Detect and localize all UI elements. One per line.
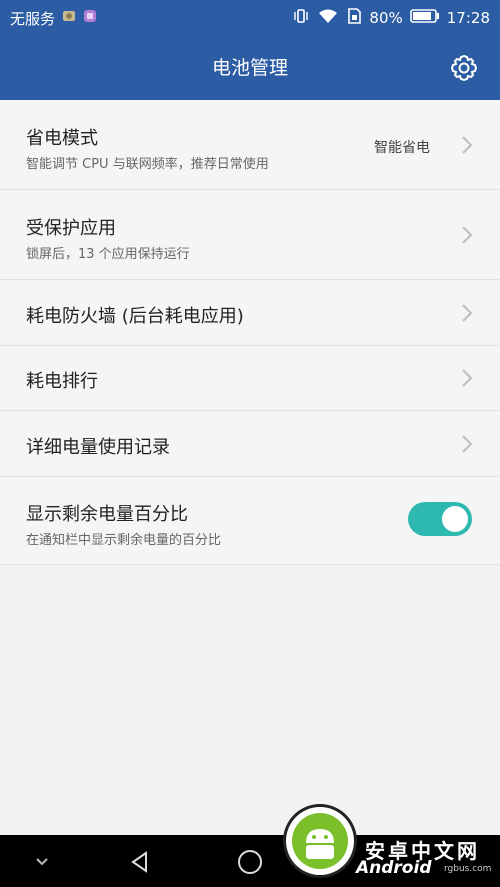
settings-list: 省电模式 智能调节 CPU 与联网频率，推荐日常使用 智能省电 受保护应用 锁屏…: [0, 100, 500, 565]
list-item-power-firewall[interactable]: 耗电防火墙 (后台耗电应用): [0, 280, 500, 346]
status-bar: 无服务 80% 17:28: [0, 0, 500, 36]
list-item-power-saving-mode[interactable]: 省电模式 智能调节 CPU 与联网频率，推荐日常使用 智能省电: [0, 100, 500, 190]
wifi-icon: [317, 8, 339, 28]
gear-icon[interactable]: [448, 52, 480, 84]
battery-icon: [409, 8, 440, 28]
status-left: 无服务: [10, 8, 97, 29]
home-icon[interactable]: [236, 848, 264, 876]
row-subtitle: 在通知栏中显示剩余电量的百分比: [26, 533, 222, 548]
chevron-right-icon: [462, 136, 473, 154]
chevron-down-icon[interactable]: [28, 848, 56, 876]
watermark-url: rgbus.com: [444, 864, 492, 874]
battery-percent: 80%: [369, 9, 403, 27]
sim-icon: [346, 8, 362, 28]
chevron-right-icon: [462, 226, 473, 244]
row-title: 耗电排行: [26, 371, 98, 392]
list-item-show-battery-percentage[interactable]: 显示剩余电量百分比 在通知栏中显示剩余电量的百分比: [0, 477, 500, 565]
clock: 17:28: [446, 9, 490, 27]
row-value: 智能省电: [374, 140, 430, 156]
row-title: 省电模式: [26, 128, 98, 149]
photo-notification-icon: [62, 9, 76, 27]
chevron-right-icon: [462, 304, 473, 322]
vibrate-icon: [292, 8, 310, 28]
status-right: 80% 17:28: [292, 8, 490, 28]
chevron-right-icon: [462, 435, 473, 453]
row-subtitle: 锁屏后，13 个应用保持运行: [26, 247, 190, 262]
watermark-android-text: Android: [356, 858, 432, 878]
android-robot-icon: [292, 813, 348, 869]
row-title: 受保护应用: [26, 218, 116, 239]
list-item-usage-history[interactable]: 详细电量使用记录: [0, 411, 500, 477]
row-title: 耗电防火墙 (后台耗电应用): [26, 306, 244, 327]
toggle-knob: [442, 506, 468, 532]
row-title: 详细电量使用记录: [26, 437, 170, 458]
row-title: 显示剩余电量百分比: [26, 504, 188, 525]
app-bar: 电池管理: [0, 36, 500, 100]
chevron-right-icon: [462, 369, 473, 387]
list-item-power-ranking[interactable]: 耗电排行: [0, 346, 500, 411]
carrier-text: 无服务: [10, 9, 56, 28]
app-notification-icon: [83, 9, 97, 27]
android-logo-watermark: [286, 807, 354, 875]
page-title: 电池管理: [211, 57, 288, 79]
battery-percentage-toggle[interactable]: [408, 502, 472, 536]
back-icon[interactable]: [126, 848, 154, 876]
row-subtitle: 智能调节 CPU 与联网频率，推荐日常使用: [26, 157, 269, 172]
list-item-protected-apps[interactable]: 受保护应用 锁屏后，13 个应用保持运行: [0, 190, 500, 280]
